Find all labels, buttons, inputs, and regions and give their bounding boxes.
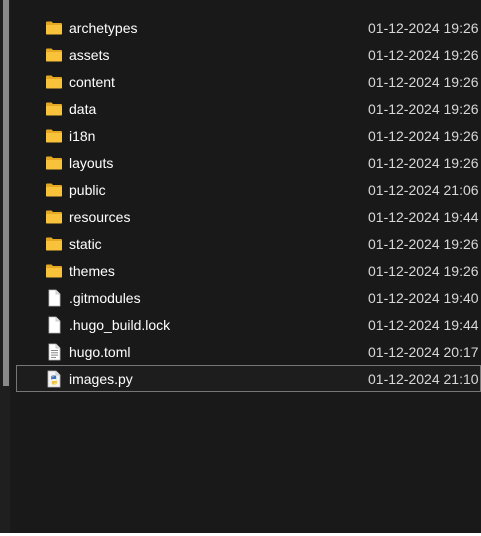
file-name: .hugo_build.lock — [69, 317, 171, 333]
date-modified: 01-12-2024 19:40 — [368, 290, 479, 306]
file-explorer-window: archetypes 01-12-2024 19:26 assets 01-12-20… — [0, 0, 481, 536]
folder-icon — [45, 127, 63, 145]
date-modified: 01-12-2024 19:26 — [368, 128, 479, 144]
folder-icon — [45, 19, 63, 37]
file-name: i18n — [69, 128, 96, 144]
file-row[interactable]: content 01-12-2024 19:26 — [16, 68, 481, 95]
date-modified: 01-12-2024 19:44 — [368, 317, 479, 333]
date-modified: 01-12-2024 21:10 — [368, 371, 479, 387]
date-modified: 01-12-2024 19:26 — [368, 263, 479, 279]
file-name: content — [69, 74, 115, 90]
file-row[interactable]: images.py 01-12-2024 21:10 — [16, 365, 481, 392]
navigation-scrollbar-thumb[interactable] — [3, 0, 9, 386]
blank-file-icon — [45, 289, 63, 307]
file-name: layouts — [69, 155, 114, 171]
file-row[interactable]: .hugo_build.lock 01-12-2024 19:44 — [16, 311, 481, 338]
file-row[interactable]: data 01-12-2024 19:26 — [16, 95, 481, 122]
folder-icon — [45, 154, 63, 172]
folder-icon — [45, 73, 63, 91]
file-row[interactable]: public 01-12-2024 21:06 — [16, 176, 481, 203]
date-modified: 01-12-2024 19:26 — [368, 47, 479, 63]
file-row[interactable]: themes 01-12-2024 19:26 — [16, 257, 481, 284]
file-name: data — [69, 101, 97, 117]
python-file-icon — [45, 370, 63, 388]
date-modified: 01-12-2024 20:17 — [368, 344, 479, 360]
date-modified: 01-12-2024 19:26 — [368, 74, 479, 90]
file-row[interactable]: static 01-12-2024 19:26 — [16, 230, 481, 257]
blank-file-icon — [45, 316, 63, 334]
file-name: public — [69, 182, 106, 198]
file-row[interactable]: i18n 01-12-2024 19:26 — [16, 122, 481, 149]
file-row[interactable]: layouts 01-12-2024 19:26 — [16, 149, 481, 176]
file-name: static — [69, 236, 102, 252]
file-row[interactable]: resources 01-12-2024 19:44 — [16, 203, 481, 230]
file-name: themes — [69, 263, 115, 279]
folder-icon — [45, 208, 63, 226]
date-modified: 01-12-2024 19:26 — [368, 236, 479, 252]
file-list-pane: archetypes 01-12-2024 19:26 assets 01-12-20… — [16, 0, 481, 533]
folder-icon — [45, 100, 63, 118]
file-name: hugo.toml — [69, 344, 131, 360]
file-name: .gitmodules — [69, 290, 141, 306]
date-modified: 01-12-2024 19:26 — [368, 155, 479, 171]
file-row[interactable]: assets 01-12-2024 19:26 — [16, 41, 481, 68]
folder-icon — [45, 181, 63, 199]
folder-icon — [45, 46, 63, 64]
text-file-icon — [45, 343, 63, 361]
file-name: resources — [69, 209, 131, 225]
file-name: images.py — [69, 371, 133, 387]
date-modified: 01-12-2024 19:26 — [368, 20, 479, 36]
folder-icon — [45, 235, 63, 253]
folder-icon — [45, 262, 63, 280]
file-name: assets — [69, 47, 110, 63]
date-modified: 01-12-2024 19:44 — [368, 209, 479, 225]
file-row[interactable]: archetypes 01-12-2024 19:26 — [16, 14, 481, 41]
date-modified: 01-12-2024 21:06 — [368, 182, 479, 198]
date-modified: 01-12-2024 19:26 — [368, 101, 479, 117]
file-name: archetypes — [69, 20, 138, 36]
file-list: archetypes 01-12-2024 19:26 assets 01-12-20… — [16, 14, 481, 392]
file-row[interactable]: hugo.toml 01-12-2024 20:17 — [16, 338, 481, 365]
file-row[interactable]: .gitmodules 01-12-2024 19:40 — [16, 284, 481, 311]
